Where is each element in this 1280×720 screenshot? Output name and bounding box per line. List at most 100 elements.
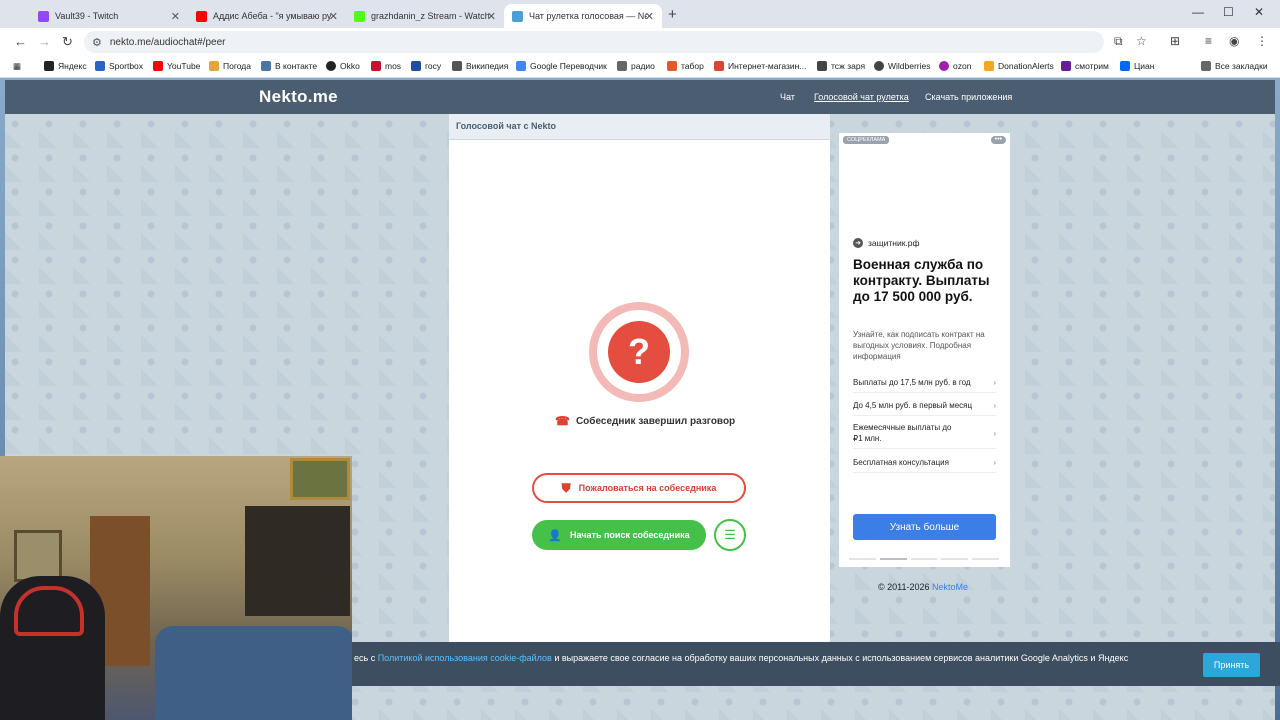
all-bookmarks-label: Все закладки: [1215, 61, 1268, 71]
nav-voice-chat[interactable]: Голосовой чат рулетка: [814, 92, 909, 102]
shield-icon: ⛊: [561, 480, 571, 495]
yandex-icon: [44, 61, 54, 71]
wall-cabinet: [245, 506, 350, 616]
bookmark-item[interactable]: YouTube: [153, 61, 200, 71]
bookmark-label: Погода: [223, 61, 251, 71]
chevron-right-icon: ›: [993, 429, 996, 438]
browser-tab[interactable]: Аддис Абеба - "я умываю рук ✕: [188, 4, 346, 28]
nav-download-apps[interactable]: Скачать приложения: [925, 92, 1012, 102]
cookie-policy-link[interactable]: Политикой использования cookie-файлов: [378, 653, 552, 663]
bookmark-folder[interactable]: радио: [617, 61, 655, 71]
tab-title: grazhdanin_z Stream - Watch L: [371, 11, 489, 21]
ad-link-text: До 4,5 млн руб. в первый месяц: [853, 401, 973, 410]
bookmark-star-icon[interactable]: ☆: [1136, 34, 1147, 48]
user-search-icon: 👤: [548, 529, 563, 542]
window-close-icon[interactable]: ✕: [1254, 5, 1264, 19]
menu-icon[interactable]: ⋮: [1256, 34, 1268, 48]
gaming-chair-trim: [14, 586, 84, 636]
chevron-right-icon: ›: [993, 401, 996, 410]
bookmark-item[interactable]: тсж заря: [817, 61, 865, 71]
browser-tab[interactable]: grazhdanin_z Stream - Watch L ✕: [346, 4, 504, 28]
reload-icon[interactable]: ↻: [62, 34, 73, 50]
ad-banner[interactable]: СОЦРЕКЛАМА ••• ➜ защитник.рф Военная слу…: [839, 133, 1010, 567]
apps-icon[interactable]: ▦: [13, 61, 21, 72]
bookmark-item[interactable]: Погода: [209, 61, 251, 71]
close-icon[interactable]: ✕: [171, 10, 180, 23]
question-icon: ?: [608, 321, 670, 383]
ozon-icon: [939, 61, 949, 71]
ad-description: Узнайте, как подписать контракт на выгод…: [853, 330, 985, 361]
bookmark-item[interactable]: Интернет-магазин...: [714, 61, 806, 71]
tab-title: Чат рулетка голосовая — Nekt: [529, 11, 647, 21]
bookmark-item[interactable]: госу: [411, 61, 441, 71]
ad-slide-indicator: [849, 558, 999, 560]
close-icon[interactable]: ✕: [329, 10, 338, 23]
report-peer-button[interactable]: ⛊ Пожаловаться на собеседника: [532, 473, 746, 503]
ad-title[interactable]: Военная служба по контракту. Выплаты до …: [853, 257, 1003, 305]
minimize-icon[interactable]: —: [1192, 5, 1204, 19]
media-control-icon[interactable]: ≡: [1205, 34, 1212, 48]
bookmark-item[interactable]: смотрим: [1061, 61, 1109, 71]
nav-chat[interactable]: Чат: [780, 92, 795, 102]
chat-header: Голосовой чат с Nekto: [449, 114, 830, 140]
search-label: Начать поиск собеседника: [570, 530, 690, 540]
forward-icon[interactable]: →: [38, 34, 51, 49]
gosuslugi-icon: [411, 61, 421, 71]
brand-link[interactable]: NektoMe: [932, 582, 968, 592]
all-bookmarks[interactable]: Все закладки: [1201, 61, 1268, 71]
bookmark-item[interactable]: DonationAlerts: [984, 61, 1054, 71]
ad-link-item[interactable]: Бесплатная консультация ›: [853, 457, 996, 473]
browser-tab[interactable]: Vault39 - Twitch ✕: [30, 4, 188, 28]
ad-link-text: Ежемесячные выплаты до ₽1 млн.: [853, 423, 952, 443]
bookmark-item[interactable]: Яндекс: [44, 61, 87, 71]
site-logo[interactable]: Nekto.me: [259, 87, 338, 107]
accept-cookies-button[interactable]: Принять: [1203, 653, 1260, 677]
wall-painting: [290, 458, 350, 500]
bookmark-item[interactable]: Google Переводчик: [516, 61, 607, 71]
bookmark-item[interactable]: Wildberries: [874, 61, 931, 71]
ad-link-item[interactable]: До 4,5 млн руб. в первый месяц ›: [853, 400, 996, 416]
bookmark-item[interactable]: ozon: [939, 61, 971, 71]
bookmark-item[interactable]: Циан: [1120, 61, 1154, 71]
peer-status-indicator: ?: [589, 302, 689, 402]
folder-icon: [617, 61, 627, 71]
address-bar[interactable]: ⚙ nekto.me/audiochat#/peer: [84, 31, 1104, 53]
start-search-button[interactable]: 👤 Начать поиск собеседника: [532, 520, 706, 550]
bookmark-item[interactable]: Okko: [326, 61, 360, 71]
bookmark-label: Google Переводчик: [530, 61, 607, 71]
donationalerts-icon: [984, 61, 994, 71]
close-icon[interactable]: ✕: [487, 10, 496, 23]
cookie-text: есь с Политикой использования cookie-фай…: [354, 653, 1128, 663]
bookmark-label: госу: [425, 61, 442, 71]
wall-picture: [14, 530, 62, 582]
browser-tab-active[interactable]: Чат рулетка голосовая — Nekt ✕: [504, 4, 662, 28]
ad-menu-icon[interactable]: •••: [990, 136, 1006, 144]
new-tab-icon[interactable]: +: [668, 6, 677, 23]
sofa: [155, 626, 352, 720]
maximize-icon[interactable]: ☐: [1223, 5, 1234, 19]
site-info-icon[interactable]: ⚙: [92, 36, 102, 49]
profile-avatar-icon[interactable]: ◉: [1229, 34, 1239, 48]
ad-link-item[interactable]: Выплаты до 17,5 млн руб. в год ›: [853, 377, 996, 393]
browser-tabstrip: Vault39 - Twitch ✕ Аддис Абеба - "я умыв…: [0, 0, 1280, 28]
ad-domain[interactable]: ➜ защитник.рф: [853, 238, 920, 248]
back-icon[interactable]: ←: [14, 34, 27, 49]
ad-link-item[interactable]: Ежемесячные выплаты до ₽1 млн. ›: [853, 422, 996, 449]
extensions-icon[interactable]: ⊞: [1170, 34, 1180, 48]
close-icon[interactable]: ✕: [645, 10, 654, 23]
ad-cta-button[interactable]: Узнать больше: [853, 514, 996, 540]
bookmark-item[interactable]: В контакте: [261, 61, 317, 71]
install-app-icon[interactable]: ⧉: [1114, 34, 1123, 49]
bookmark-item[interactable]: mos: [371, 61, 401, 71]
report-label: Пожаловаться на собеседника: [578, 483, 717, 493]
bookmark-label: Интернет-магазин...: [728, 61, 807, 71]
search-settings-button[interactable]: ☰: [714, 519, 746, 551]
bookmark-item[interactable]: Sportbox: [95, 61, 143, 71]
bookmark-label: смотрим: [1075, 61, 1109, 71]
cookie-text-suffix: и выражаете свое согласие на обработку в…: [551, 653, 1129, 663]
bookmark-item[interactable]: табор: [667, 61, 704, 71]
nekto-icon: [512, 10, 523, 22]
tab-title: Аддис Абеба - "я умываю рук: [213, 11, 331, 21]
bookmark-item[interactable]: Википедия: [452, 61, 508, 71]
call-ended-text: Собеседник завершил разговор: [575, 415, 736, 427]
